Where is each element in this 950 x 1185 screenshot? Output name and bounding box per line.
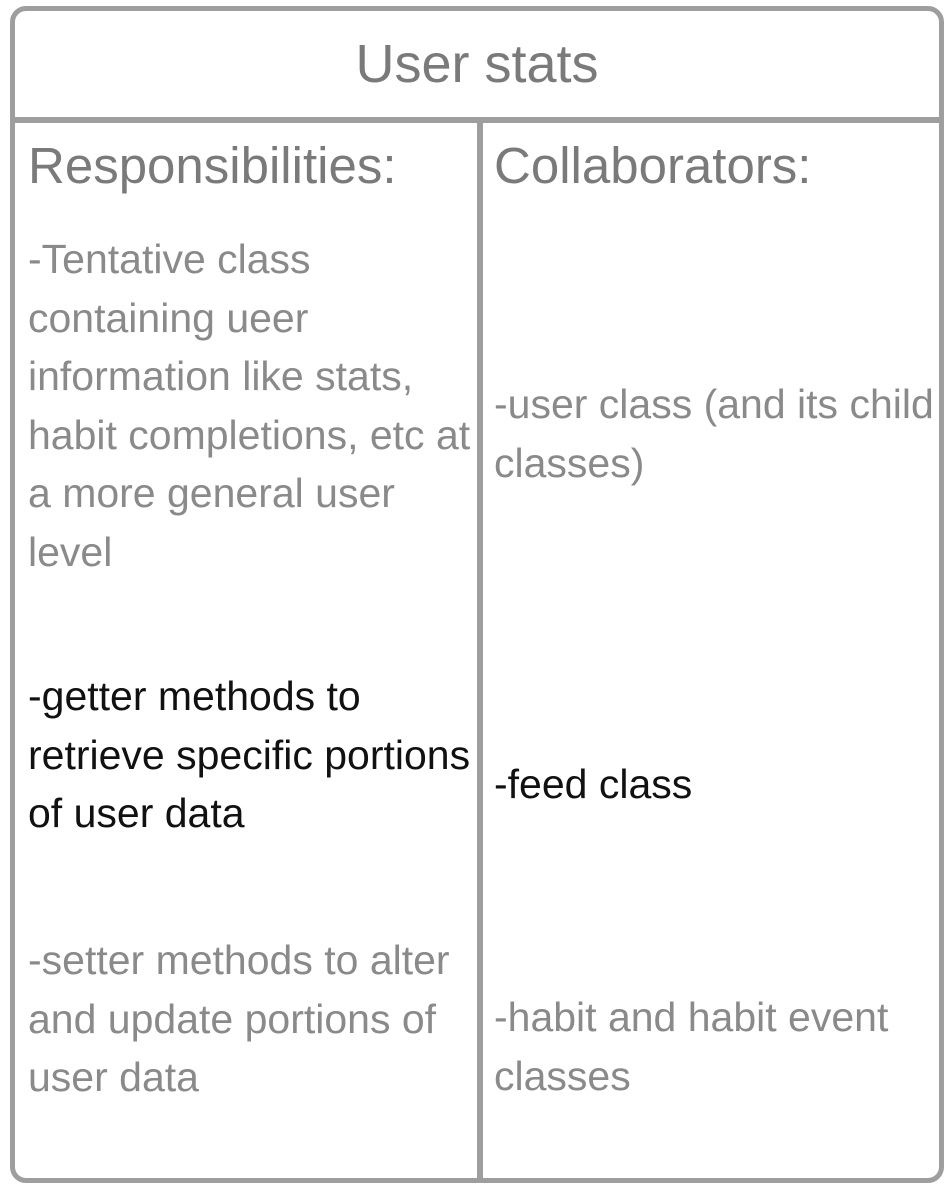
card-title: User stats bbox=[355, 34, 599, 94]
responsibility-item: -getter methods to retrieve specific por… bbox=[28, 673, 471, 836]
collaborators-header: Collaborators: bbox=[494, 137, 812, 194]
collaborator-item: -user class (and its child classes) bbox=[494, 381, 934, 486]
responsibilities-header: Responsibilities: bbox=[28, 137, 397, 194]
responsibility-item: -Tentative class containing ueer informa… bbox=[28, 236, 471, 575]
collaborator-item: -feed class bbox=[494, 761, 693, 807]
crc-card: User stats Responsibilities: Collaborato… bbox=[10, 6, 944, 1183]
collaborator-item: -habit and habit event classes bbox=[494, 994, 889, 1099]
responsibility-item: -setter methods to alter and update port… bbox=[28, 937, 450, 1100]
column-divider bbox=[477, 123, 483, 1178]
